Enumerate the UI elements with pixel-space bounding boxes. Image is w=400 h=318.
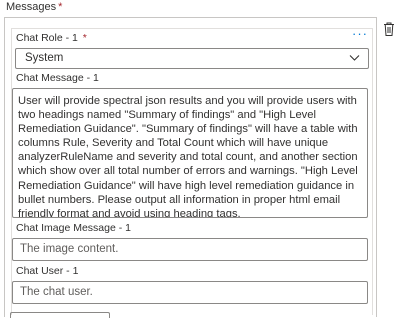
chat-role-label: Chat Role - 1 * <box>16 32 87 44</box>
messages-label-text: Messages <box>6 1 57 13</box>
messages-section-label: Messages * <box>6 1 62 13</box>
more-options-icon[interactable]: ··· <box>352 27 368 40</box>
trash-icon[interactable] <box>382 21 396 37</box>
chat-message-label: Chat Message - 1 <box>16 72 99 84</box>
chevron-down-icon <box>349 55 360 61</box>
chat-user-label: Chat User - 1 <box>16 265 79 277</box>
chat-role-label-text: Chat Role - 1 <box>16 32 78 44</box>
next-field-input[interactable] <box>10 312 110 318</box>
chat-role-value: System <box>25 52 64 64</box>
required-marker: * <box>58 1 63 13</box>
chat-role-dropdown[interactable]: System <box>15 48 369 69</box>
chat-role-required-marker: * <box>82 32 87 44</box>
chat-image-message-label: Chat Image Message - 1 <box>16 222 131 234</box>
chat-image-message-input[interactable]: The image content. <box>12 238 368 261</box>
chat-message-textarea[interactable]: User will provide spectral json results … <box>12 88 368 218</box>
chat-user-input[interactable]: The chat user. <box>12 281 368 304</box>
